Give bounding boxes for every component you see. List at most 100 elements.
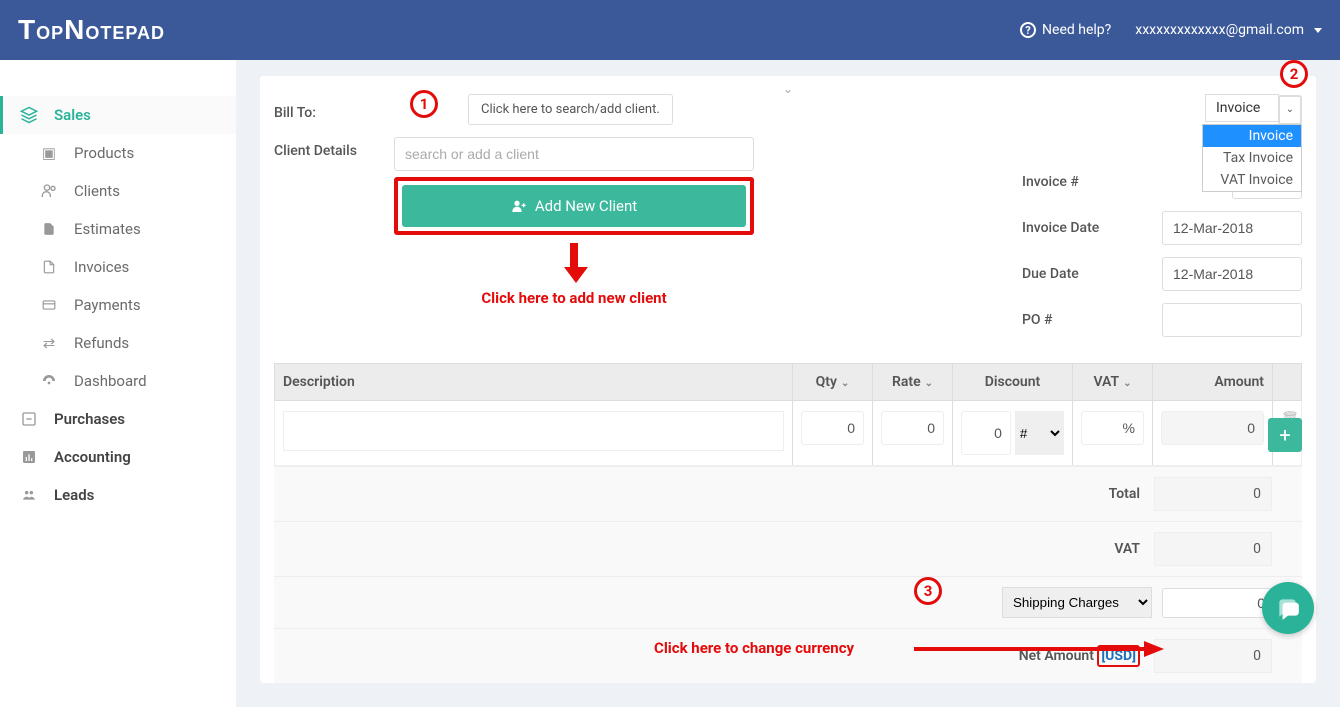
client-details-label: Client Details — [274, 137, 394, 159]
collapse-toggle[interactable]: ⌄ — [783, 82, 793, 96]
line-vat-input[interactable] — [1081, 411, 1144, 445]
add-new-client-label: Add New Client — [535, 197, 637, 215]
chevron-down-icon: ⌄ — [841, 378, 849, 389]
add-new-client-button[interactable]: Add New Client — [402, 185, 746, 227]
sidebar-item-sales[interactable]: Sales — [0, 96, 236, 134]
invoice-type-dropdown: Invoice Tax Invoice VAT Invoice — [1202, 124, 1302, 192]
sidebar-item-label: Products — [74, 144, 134, 162]
card-icon — [40, 298, 58, 312]
line-item-row: # 🗑 — [274, 401, 1302, 466]
users-icon — [40, 183, 58, 199]
sidebar-item-products[interactable]: ▣ Products — [0, 134, 236, 172]
help-icon: ? — [1020, 22, 1036, 38]
sidebar-item-dashboard[interactable]: Dashboard — [0, 362, 236, 400]
sidebar-item-accounting[interactable]: Accounting — [0, 438, 236, 476]
topbar: TOPNOTEPAD ? Need help? xxxxxxxxxxxxx@gm… — [0, 0, 1340, 60]
chat-icon — [1275, 595, 1301, 621]
po-number-label: PO # — [1022, 312, 1053, 328]
cubes-icon: ▣ — [40, 144, 58, 162]
sidebar-item-purchases[interactable]: Purchases — [0, 400, 236, 438]
chevron-down-icon — [1314, 28, 1322, 33]
chevron-down-icon: ⌄ — [925, 378, 933, 389]
need-help-link[interactable]: ? Need help? — [1020, 22, 1111, 38]
invoice-type-select[interactable]: Invoice — [1205, 94, 1279, 122]
search-client-hint: Click here to search/add client. — [468, 94, 673, 125]
sidebar-item-label: Estimates — [74, 220, 141, 238]
sidebar-item-label: Payments — [74, 296, 141, 314]
gauge-icon — [40, 373, 58, 389]
col-discount: Discount — [953, 364, 1073, 400]
line-discount-input[interactable] — [961, 411, 1011, 455]
chat-fab[interactable] — [1262, 582, 1314, 634]
sidebar-item-label: Clients — [74, 182, 120, 200]
col-amount: Amount — [1153, 364, 1273, 400]
file-icon — [40, 221, 58, 237]
sidebar-item-payments[interactable]: Payments — [0, 286, 236, 324]
sidebar-item-refunds[interactable]: ⇄ Refunds — [0, 324, 236, 362]
sidebar-item-label: Invoices — [74, 258, 129, 276]
line-items-header: Description Qty⌄ Rate⌄ Discount VAT⌄ Amo… — [274, 363, 1302, 401]
client-search-input[interactable] — [394, 137, 754, 171]
sidebar-item-label: Dashboard — [74, 372, 147, 390]
account-email: xxxxxxxxxxxxx@gmail.com — [1135, 22, 1304, 38]
swap-icon: ⇄ — [40, 334, 58, 352]
sidebar-item-label: Refunds — [74, 334, 129, 352]
total-value: 0 — [1154, 477, 1272, 511]
annotation-arrow-right — [914, 637, 1164, 661]
sidebar-item-clients[interactable]: Clients — [0, 172, 236, 210]
invoice-date-label: Invoice Date — [1022, 220, 1099, 236]
line-description-input[interactable] — [283, 411, 784, 451]
sidebar-item-leads[interactable]: Leads — [0, 476, 236, 514]
sidebar-item-label: Sales — [54, 106, 91, 124]
account-menu[interactable]: xxxxxxxxxxxxx@gmail.com — [1135, 22, 1322, 38]
shipping-amount-input[interactable] — [1162, 588, 1272, 618]
invoice-type-option[interactable]: Tax Invoice — [1203, 147, 1301, 169]
chart-icon — [20, 449, 38, 465]
invoice-card: ⌄ Bill To: 1 Click here to search/add cl… — [260, 76, 1316, 683]
annotation-outline-add-client: Add New Client — [394, 177, 754, 235]
layers-icon — [20, 106, 38, 124]
annotation-circle-3: 3 — [914, 577, 942, 605]
line-discount-unit-select[interactable]: # — [1015, 411, 1064, 455]
net-amount-value: 0 — [1154, 639, 1272, 673]
minus-square-icon — [20, 411, 38, 427]
user-plus-icon — [511, 198, 527, 214]
vat-total-label: VAT — [994, 541, 1154, 557]
add-line-button[interactable]: + — [1268, 418, 1302, 452]
invoice-number-label: Invoice # — [1022, 174, 1079, 190]
invoice-type-selected: Invoice — [1216, 100, 1260, 116]
col-qty[interactable]: Qty⌄ — [793, 364, 873, 400]
vat-total-value: 0 — [1154, 532, 1272, 566]
col-description: Description — [275, 364, 793, 400]
col-rate[interactable]: Rate⌄ — [873, 364, 953, 400]
people-icon — [20, 488, 38, 502]
annotation-text-currency: Click here to change currency — [654, 639, 854, 657]
total-label: Total — [994, 486, 1154, 502]
annotation-text-add-client: Click here to add new client — [394, 289, 754, 307]
sidebar-item-label: Leads — [54, 486, 94, 504]
brand-logo: TOPNOTEPAD — [18, 14, 165, 46]
line-rate-input[interactable] — [881, 411, 944, 445]
bill-to-label: Bill To: — [274, 99, 394, 121]
need-help-label: Need help? — [1042, 22, 1111, 38]
shipping-charges-select[interactable]: Shipping Charges — [1002, 587, 1152, 618]
sidebar-item-label: Purchases — [54, 410, 125, 428]
col-vat[interactable]: VAT⌄ — [1073, 364, 1153, 400]
sidebar-item-label: Accounting — [54, 448, 131, 466]
line-qty-input[interactable] — [801, 411, 864, 445]
annotation-arrow-down — [564, 243, 584, 283]
invoice-type-option[interactable]: Invoice — [1203, 125, 1301, 147]
invoice-type-caret[interactable]: ⌄ — [1278, 95, 1302, 125]
invoice-type-option[interactable]: VAT Invoice — [1203, 169, 1301, 191]
annotation-circle-2: 2 — [1280, 60, 1308, 88]
due-date-input[interactable] — [1162, 257, 1302, 291]
annotation-circle-1: 1 — [410, 90, 438, 118]
chevron-down-icon: ⌄ — [1123, 378, 1131, 389]
invoice-date-input[interactable] — [1162, 211, 1302, 245]
sidebar: Sales ▣ Products Clients Estimates Invoi… — [0, 60, 236, 707]
po-number-input[interactable] — [1162, 303, 1302, 337]
sidebar-item-estimates[interactable]: Estimates — [0, 210, 236, 248]
document-icon — [40, 259, 58, 275]
line-amount-output — [1161, 411, 1264, 445]
sidebar-item-invoices[interactable]: Invoices — [0, 248, 236, 286]
